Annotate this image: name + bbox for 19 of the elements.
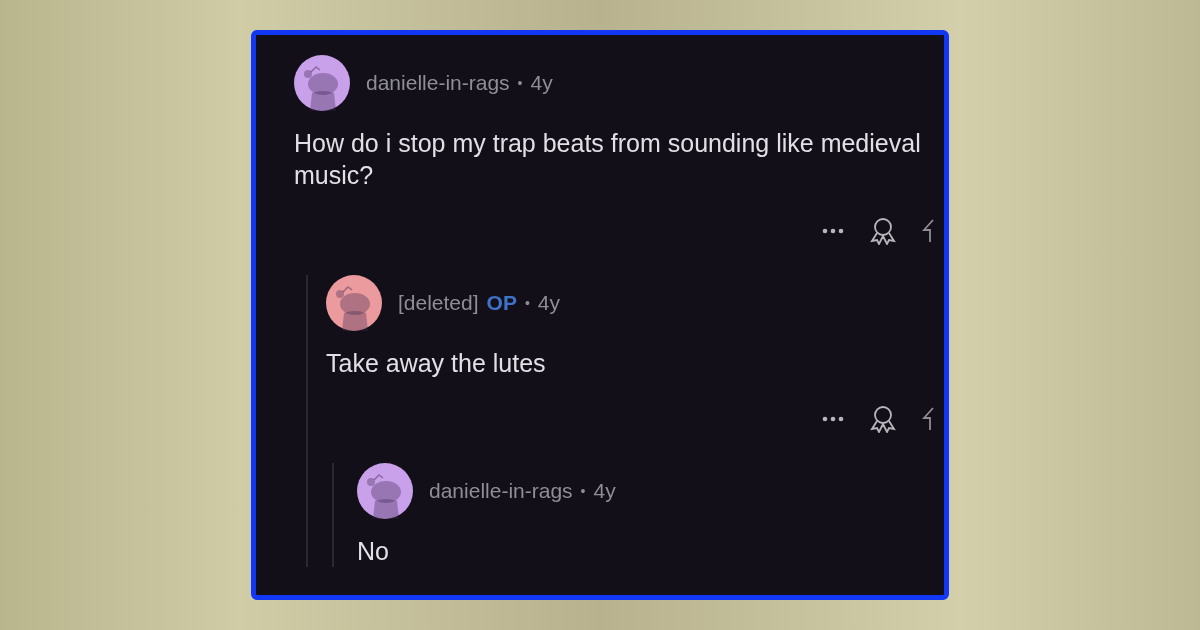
more-icon[interactable] [822,228,844,234]
comment-text: Take away the lutes [326,348,547,379]
separator: • [580,481,586,501]
username[interactable]: danielle-in-rags [429,475,573,507]
separator: • [517,73,523,93]
username[interactable]: [deleted] [398,287,479,319]
separator: • [524,293,530,313]
timestamp: 4y [530,70,553,97]
award-icon[interactable] [868,217,898,245]
timestamp: 4y [537,290,560,317]
username[interactable]: danielle-in-rags [366,67,510,99]
more-icon[interactable] [822,416,844,422]
share-icon[interactable] [922,406,934,432]
comment-text: How do i stop my trap beats from sounding like medieval music? [294,128,922,191]
op-label: OP [486,290,517,317]
comment-text: No [357,536,390,567]
timestamp: 4y [593,478,616,505]
award-icon[interactable] [868,405,898,433]
share-icon[interactable] [922,218,934,244]
